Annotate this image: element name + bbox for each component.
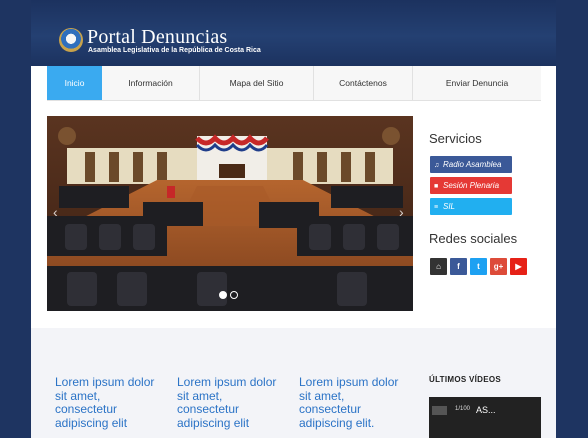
slide-dot-2[interactable] bbox=[230, 291, 238, 299]
nav-inicio[interactable]: Inicio bbox=[47, 66, 102, 100]
sil-button[interactable]: ≡ SIL bbox=[430, 198, 512, 215]
video-camera-icon: ■ bbox=[434, 183, 439, 190]
content-column-3[interactable]: Lorem ipsum dolor sit amet, consectetur … bbox=[299, 375, 409, 430]
video-count: 1/100 bbox=[455, 406, 471, 412]
content-column-2[interactable]: Lorem ipsum dolor sit amet, consectetur … bbox=[177, 375, 287, 430]
radio-asamblea-button[interactable]: ♫ Radio Asamblea bbox=[430, 156, 512, 173]
coat-of-arms-logo bbox=[59, 28, 83, 52]
nav-informacion[interactable]: Información bbox=[102, 66, 200, 100]
sil-label: SIL bbox=[443, 202, 456, 211]
prev-slide-arrow[interactable]: ‹ bbox=[53, 204, 58, 220]
home-icon[interactable]: ⌂ bbox=[430, 258, 447, 275]
page: Portal Denuncias Asamblea Legislativa de… bbox=[31, 0, 556, 438]
sesion-plenaria-label: Sesión Plenaria bbox=[443, 181, 500, 190]
facebook-icon[interactable]: f bbox=[450, 258, 467, 275]
headphones-icon: ♫ bbox=[434, 162, 440, 169]
site-header: Portal Denuncias Asamblea Legislativa de… bbox=[31, 0, 556, 66]
video-title[interactable]: AS... bbox=[476, 405, 496, 415]
latest-videos-heading: ÚLTIMOS VÍDEOS bbox=[429, 375, 502, 384]
playlist-icon bbox=[432, 406, 447, 415]
twitter-icon[interactable]: t bbox=[470, 258, 487, 275]
content-column-1[interactable]: Lorem ipsum dolor sit amet, consectetur … bbox=[55, 375, 165, 430]
site-subtitle: Asamblea Legislativa de la República de … bbox=[88, 47, 261, 54]
video-player[interactable]: 1/100 AS... bbox=[429, 397, 541, 438]
radio-asamblea-label: Radio Asamblea bbox=[443, 160, 502, 169]
main-nav: Inicio Información Mapa del Sitio Contác… bbox=[47, 66, 541, 101]
next-slide-arrow[interactable]: › bbox=[399, 204, 404, 220]
social-heading: Redes sociales bbox=[429, 231, 518, 246]
site-title[interactable]: Portal Denuncias bbox=[87, 27, 227, 47]
chamber-photo bbox=[47, 116, 413, 311]
google-plus-icon[interactable]: g+ bbox=[490, 258, 507, 275]
nav-mapa-del-sitio[interactable]: Mapa del Sitio bbox=[200, 66, 314, 100]
nav-enviar-denuncia[interactable]: Enviar Denuncia bbox=[413, 66, 541, 100]
slide-dot-1[interactable] bbox=[219, 291, 227, 299]
hero-slider[interactable]: ‹ › bbox=[47, 116, 413, 311]
database-icon: ≡ bbox=[434, 204, 439, 211]
sesion-plenaria-button[interactable]: ■ Sesión Plenaria bbox=[430, 177, 512, 194]
slider-indicators bbox=[219, 286, 241, 304]
youtube-icon[interactable]: ▶ bbox=[510, 258, 527, 275]
nav-contactenos[interactable]: Contáctenos bbox=[314, 66, 413, 100]
services-heading: Servicios bbox=[429, 131, 482, 146]
